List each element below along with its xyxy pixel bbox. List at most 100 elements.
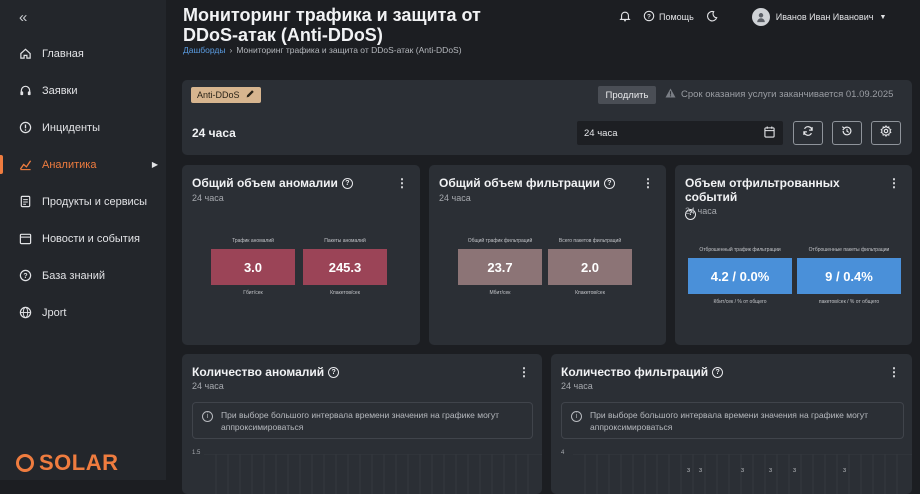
more-vert-icon[interactable]: ⋮ — [888, 365, 900, 379]
question-icon[interactable]: ? — [712, 366, 724, 378]
more-vert-icon[interactable]: ⋮ — [888, 176, 900, 190]
doc-icon — [18, 195, 32, 209]
help-label: Помощь — [659, 12, 694, 22]
sidebar-item-news[interactable]: Новости и события — [0, 220, 166, 257]
card-period: 24 часа — [561, 381, 593, 391]
question-icon[interactable]: ? — [341, 177, 353, 189]
refresh-button[interactable] — [793, 121, 823, 145]
metric-value: 9 / 0.4% — [797, 258, 901, 294]
card-period: 24 часа — [439, 193, 471, 203]
metric-label: Общий трафик фильтраций — [467, 238, 533, 244]
data-label: 3 — [793, 468, 797, 474]
calendar-icon — [18, 232, 32, 246]
sidebar-item-home[interactable]: Главная — [0, 35, 166, 72]
bell-icon[interactable] — [619, 10, 631, 24]
help-icon: ? — [643, 10, 655, 24]
logo-ring-icon — [16, 454, 34, 472]
metric-label: Всего пакетов фильтраций — [558, 238, 622, 244]
anomaly-count-card: Количество аномалий? 24 часа ⋮ i При выб… — [182, 354, 542, 494]
page-title: Мониторинг трафика и защита от DDoS-атак… — [183, 5, 481, 45]
service-expiry: Срок оказания услуги заканчивается 01.09… — [665, 88, 893, 101]
filtered-events-card: Объем отфильтрованных событий? 24 часа ⋮… — [675, 165, 912, 345]
question-icon[interactable]: ? — [603, 177, 615, 189]
question-icon[interactable]: ? — [328, 366, 340, 378]
data-label: 3 — [687, 468, 691, 474]
collapse-sidebar-button[interactable]: « — [19, 9, 27, 26]
sidebar: « Главная Заявки Инциденты Аналитика ▶ П… — [0, 0, 166, 480]
metric-label: Трафик аномалий — [232, 238, 274, 244]
sidebar-item-label: Инциденты — [42, 121, 100, 134]
alert-icon — [18, 121, 32, 135]
breadcrumb-separator: › — [229, 45, 233, 55]
gear-icon — [880, 124, 892, 142]
metric-label: Отброшенный трафик фильтрации — [699, 247, 781, 253]
metric-unit: Кбит/сек / % от общего — [713, 299, 767, 305]
calendar-icon — [764, 126, 775, 141]
more-vert-icon[interactable]: ⋮ — [396, 176, 408, 190]
period-select-value: 24 часа — [584, 127, 618, 139]
anomaly-volume-card: Общий объем аномалии? 24 часа ⋮ Трафик а… — [182, 165, 420, 345]
sidebar-nav: Главная Заявки Инциденты Аналитика ▶ Про… — [0, 35, 166, 331]
sidebar-item-label: Аналитика — [42, 158, 97, 171]
service-tag-label: Anti-DDoS — [197, 90, 240, 100]
metric-unit: Мбит/сек — [489, 290, 511, 296]
header-actions: ? Помощь Иванов Иван Иванович ▼ — [619, 8, 886, 26]
sidebar-item-analytics[interactable]: Аналитика ▶ — [0, 146, 166, 183]
history-button[interactable] — [832, 121, 862, 145]
card-title: Общий объем фильтрации? — [439, 176, 615, 190]
metric-anomaly-traffic: Трафик аномалий 3.0 Гбит/сек — [211, 238, 295, 296]
metric-value: 4.2 / 0.0% — [688, 258, 792, 294]
approximation-notice: i При выборе большого интервала времени … — [561, 402, 904, 439]
help-button[interactable]: ? Помощь — [643, 10, 694, 24]
avatar — [751, 8, 770, 26]
main-content: Мониторинг трафика и защита от DDoS-атак… — [166, 0, 920, 494]
breadcrumb-current: Мониторинг трафика и защита от DDoS-атак… — [236, 45, 462, 55]
breadcrumb-dashboards-link[interactable]: Дашборды — [183, 45, 226, 55]
metric-label: Пакеты аномалий — [324, 238, 366, 244]
sidebar-item-products[interactable]: Продукты и сервисы — [0, 183, 166, 220]
metric-dropped-packets: Отброшенные пакеты фильтрации 9 / 0.4% п… — [797, 247, 901, 305]
more-vert-icon[interactable]: ⋮ — [642, 176, 654, 190]
card-title-text: Количество фильтраций — [561, 365, 709, 379]
filtration-count-card: Количество фильтраций? 24 часа ⋮ i При в… — [551, 354, 912, 494]
home-icon — [18, 47, 32, 61]
more-vert-icon[interactable]: ⋮ — [518, 365, 530, 379]
sidebar-item-incidents[interactable]: Инциденты — [0, 109, 166, 146]
metric-unit: пакетов/сек / % от общего — [818, 299, 880, 305]
sidebar-item-knowledge[interactable]: ? База знаний — [0, 257, 166, 294]
user-menu[interactable]: Иванов Иван Иванович ▼ — [751, 8, 886, 26]
card-title: Количество аномалий? — [192, 365, 340, 379]
history-icon — [841, 124, 853, 142]
data-label: 3 — [769, 468, 773, 474]
metric-value: 23.7 — [458, 249, 542, 285]
metric-filtration-packets: Всего пакетов фильтраций 2.0 Кпакетов/се… — [548, 238, 632, 296]
chart-icon — [18, 158, 32, 172]
pencil-icon[interactable] — [245, 89, 255, 101]
data-label: 3 — [843, 468, 847, 474]
period-label: 24 часа — [192, 126, 236, 140]
card-title-text: Объем отфильтрованных событий — [685, 176, 840, 204]
settings-button[interactable] — [871, 121, 901, 145]
service-tag[interactable]: Anti-DDoS — [191, 87, 261, 103]
sidebar-item-label: Новости и события — [42, 232, 140, 245]
sidebar-item-label: Продукты и сервисы — [42, 195, 148, 208]
period-select[interactable]: 24 часа — [577, 121, 783, 145]
card-title-text: Количество аномалий — [192, 365, 325, 379]
svg-text:?: ? — [647, 13, 651, 20]
chevron-right-icon: ▶ — [151, 160, 158, 169]
card-title-text: Общий объем аномалии — [192, 176, 338, 190]
metric-unit: Гбит/сек — [243, 290, 263, 296]
moon-icon[interactable] — [706, 10, 718, 24]
notice-text: При выборе большого интервала времени зн… — [590, 410, 869, 432]
metric-label: Отброшенные пакеты фильтрации — [808, 247, 890, 253]
sidebar-item-requests[interactable]: Заявки — [0, 72, 166, 109]
data-label: 3 — [699, 468, 703, 474]
sidebar-item-jport[interactable]: Jport — [0, 294, 166, 331]
svg-text:?: ? — [23, 273, 27, 280]
service-panel: Anti-DDoS Продлить Срок оказания услуги … — [182, 80, 912, 155]
card-title: Общий объем аномалии? — [192, 176, 353, 190]
sidebar-item-label: Jport — [42, 306, 67, 319]
prolong-button[interactable]: Продлить — [598, 86, 656, 104]
metric-unit: Кпакетов/сек — [575, 290, 605, 296]
solar-logo: SOLAR — [16, 450, 119, 476]
